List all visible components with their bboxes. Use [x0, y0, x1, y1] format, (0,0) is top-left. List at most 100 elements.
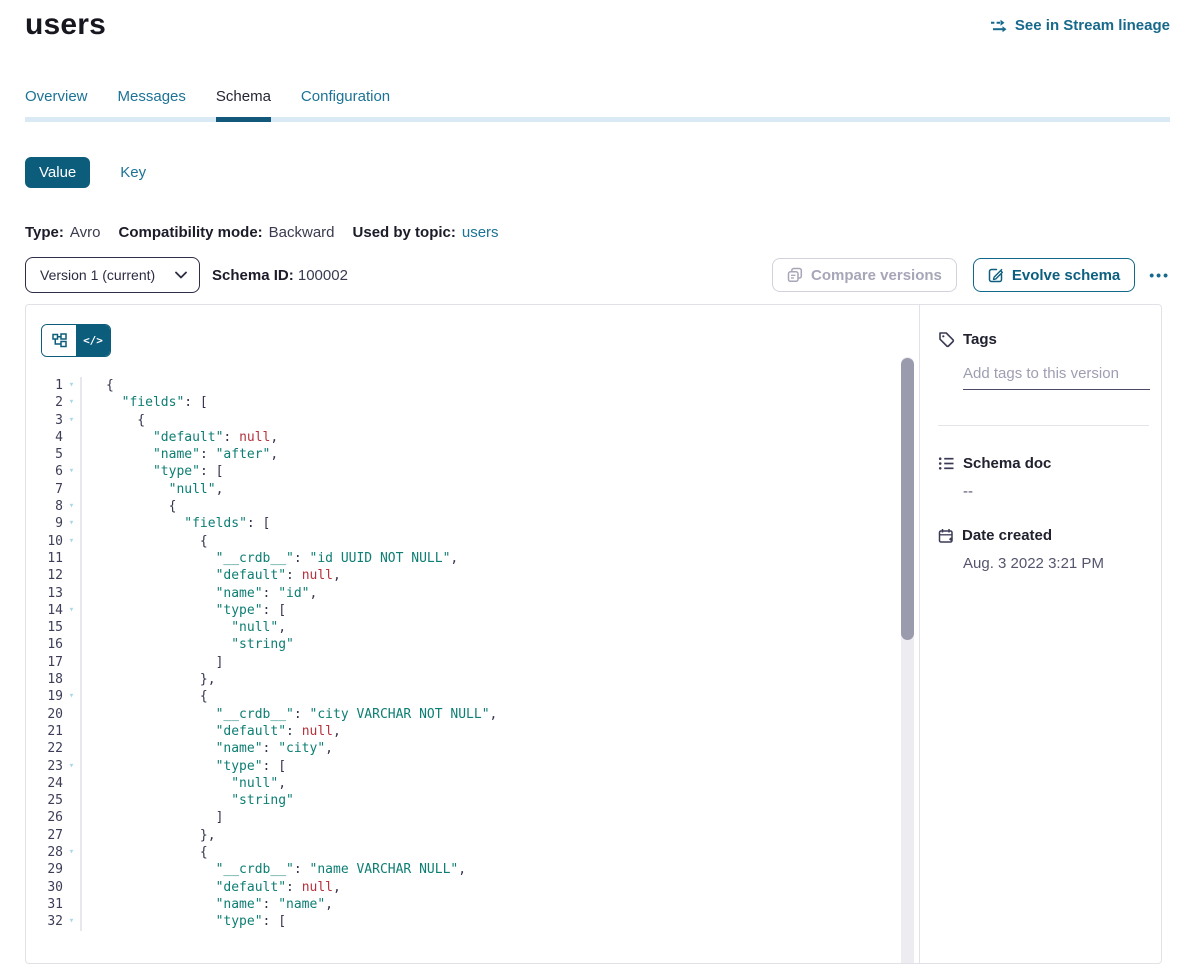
collapse-toggle-icon[interactable]: ▾ [63, 688, 82, 705]
code-view-icon: </> [83, 334, 103, 347]
collapse-toggle-icon[interactable]: ▾ [63, 844, 82, 861]
collapse-toggle-icon[interactable]: ▾ [63, 394, 82, 411]
code-text: "null", [82, 481, 223, 498]
schema-doc-heading-label: Schema doc [963, 455, 1051, 472]
code-text: { [82, 688, 208, 705]
collapse-spacer [63, 636, 82, 653]
calendar-icon [938, 528, 954, 544]
line-number: 14 [41, 602, 63, 619]
collapse-spacer [63, 585, 82, 602]
collapse-spacer [63, 446, 82, 463]
collapse-spacer [63, 654, 82, 671]
code-line: 11 "__crdb__": "id UUID NOT NULL", [41, 550, 919, 567]
collapse-spacer [63, 619, 82, 636]
collapse-spacer [63, 550, 82, 567]
code-line: 12 "default": null, [41, 567, 919, 584]
code-view-button[interactable]: </> [76, 325, 110, 356]
code-line: 5 "name": "after", [41, 446, 919, 463]
code-line: 4 "default": null, [41, 429, 919, 446]
line-number: 30 [41, 879, 63, 896]
evolve-schema-button[interactable]: Evolve schema [973, 258, 1135, 292]
version-select[interactable]: Version 1 (current) [25, 257, 200, 293]
evolve-schema-label: Evolve schema [1012, 267, 1120, 284]
code-text: "__crdb__": "city VARCHAR NOT NULL", [82, 706, 497, 723]
editor-scrollbar-track[interactable] [901, 357, 914, 963]
collapse-toggle-icon[interactable]: ▾ [63, 377, 82, 394]
collapse-spacer [63, 775, 82, 792]
collapse-toggle-icon[interactable]: ▾ [63, 758, 82, 775]
compare-versions-button[interactable]: Compare versions [772, 258, 957, 292]
editor-scrollbar-thumb[interactable] [901, 358, 914, 640]
code-line: 31 "name": "name", [41, 896, 919, 913]
meta-compat-value: Backward [269, 224, 335, 241]
key-toggle-button[interactable]: Key [114, 163, 152, 182]
code-line: 3▾ { [41, 412, 919, 429]
tree-view-icon [52, 333, 67, 348]
code-text: "type": [ [82, 463, 223, 480]
tags-input[interactable] [963, 365, 1150, 390]
compare-versions-label: Compare versions [811, 267, 942, 284]
line-number: 24 [41, 775, 63, 792]
collapse-spacer [63, 481, 82, 498]
collapse-toggle-icon[interactable]: ▾ [63, 533, 82, 550]
tags-section-heading: Tags [938, 331, 1149, 348]
more-options-button[interactable]: ••• [1149, 267, 1170, 283]
line-number: 25 [41, 792, 63, 809]
topic-link[interactable]: users [462, 224, 499, 241]
tab-messages[interactable]: Messages [118, 88, 186, 117]
line-number: 29 [41, 861, 63, 878]
date-created-heading: Date created [938, 527, 1149, 544]
line-number: 15 [41, 619, 63, 636]
code-text: "__crdb__": "id UUID NOT NULL", [82, 550, 458, 567]
code-line: 7 "null", [41, 481, 919, 498]
schema-page: users See in Stream lineage Overview Mess… [0, 0, 1189, 964]
view-mode-toggle: </> [41, 324, 111, 357]
value-toggle-button[interactable]: Value [25, 157, 90, 188]
code-line: 13 "name": "id", [41, 585, 919, 602]
schema-doc-value: -- [963, 483, 1149, 500]
code-line: 27 }, [41, 827, 919, 844]
tree-view-button[interactable] [42, 325, 76, 356]
code-line: 6▾ "type": [ [41, 463, 919, 480]
line-number: 17 [41, 654, 63, 671]
code-text: "default": null, [82, 879, 341, 896]
code-text: "type": [ [82, 758, 286, 775]
edit-icon [988, 267, 1004, 283]
sidebar-divider [938, 425, 1149, 426]
code-line: 14▾ "type": [ [41, 602, 919, 619]
code-line: 29 "__crdb__": "name VARCHAR NULL", [41, 861, 919, 878]
collapse-spacer [63, 896, 82, 913]
schema-meta: Type: Avro Compatibility mode: Backward … [25, 224, 1170, 241]
meta-compatibility: Compatibility mode: Backward [118, 224, 334, 241]
meta-topic-label: Used by topic: [353, 224, 456, 241]
schema-id: Schema ID: 100002 [212, 267, 348, 284]
collapse-spacer [63, 861, 82, 878]
collapse-toggle-icon[interactable]: ▾ [63, 602, 82, 619]
schema-actions: Compare versions Evolve schema ••• [772, 258, 1170, 292]
code-text: { [82, 498, 176, 515]
stream-lineage-link[interactable]: See in Stream lineage [990, 17, 1170, 34]
tab-overview[interactable]: Overview [25, 88, 88, 117]
code-line: 28▾ { [41, 844, 919, 861]
code-text: { [82, 844, 208, 861]
collapse-spacer [63, 429, 82, 446]
stream-lineage-icon [990, 19, 1008, 33]
tags-heading-label: Tags [963, 331, 997, 348]
tab-schema[interactable]: Schema [216, 88, 271, 122]
code-text: { [82, 377, 114, 394]
collapse-toggle-icon[interactable]: ▾ [63, 463, 82, 480]
collapse-toggle-icon[interactable]: ▾ [63, 412, 82, 429]
line-number: 3 [41, 412, 63, 429]
schema-id-value: 100002 [298, 267, 348, 284]
collapse-toggle-icon[interactable]: ▾ [63, 515, 82, 532]
serde-toggle: Value Key [25, 157, 1170, 188]
schema-editor-panel: </> 1▾{2▾ "fields": [3▾ {4 "default": nu… [26, 305, 919, 963]
code-line: 26 ] [41, 809, 919, 826]
collapse-toggle-icon[interactable]: ▾ [63, 498, 82, 515]
chevron-down-icon [175, 271, 187, 279]
tab-configuration[interactable]: Configuration [301, 88, 390, 117]
code-line: 2▾ "fields": [ [41, 394, 919, 411]
code-line: 25 "string" [41, 792, 919, 809]
meta-type-label: Type: [25, 224, 64, 241]
line-number: 19 [41, 688, 63, 705]
